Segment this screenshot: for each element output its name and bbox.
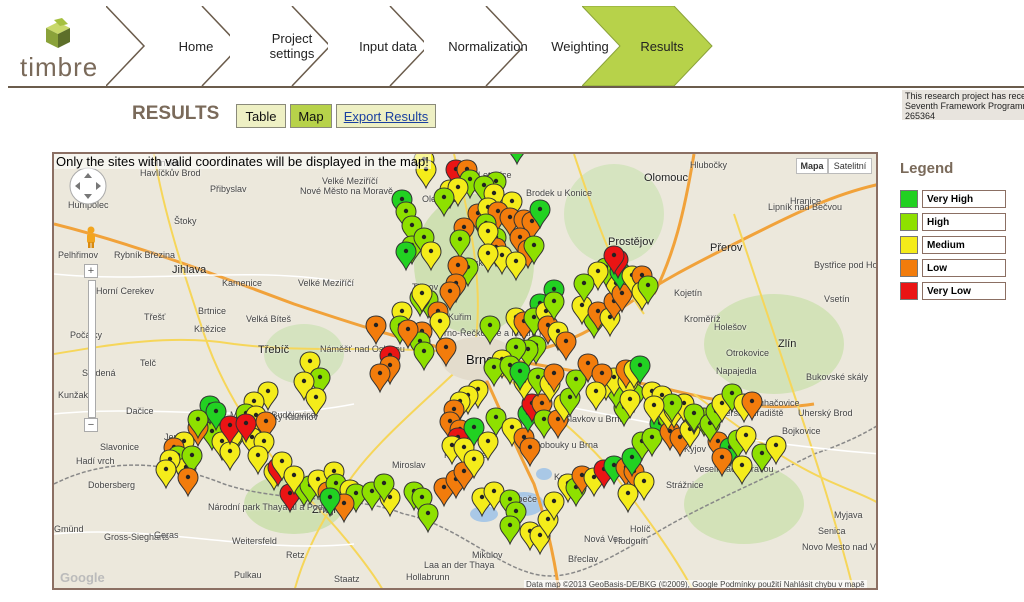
legend-swatch (900, 190, 918, 208)
legend-swatch (900, 282, 918, 300)
pan-control-icon[interactable] (68, 166, 108, 206)
site-marker-icon[interactable] (477, 243, 499, 274)
legend-label: High (922, 213, 1006, 231)
site-marker-icon[interactable] (617, 483, 639, 514)
breadcrumb-label: Input data (359, 38, 417, 54)
site-marker-icon[interactable] (711, 447, 733, 478)
legend-swatch (900, 259, 918, 277)
site-marker-icon[interactable] (555, 331, 577, 362)
site-marker-icon[interactable] (413, 341, 435, 372)
site-marker-icon[interactable] (305, 387, 327, 418)
breadcrumb-label: Project settings (269, 31, 315, 61)
site-marker-icon[interactable] (519, 437, 541, 468)
site-marker-icon[interactable] (505, 251, 527, 282)
map-attribution[interactable]: Data map ©2013 GeoBasis-DE/BKG (©2009), … (524, 580, 867, 588)
legend-item: Low (900, 258, 1020, 278)
site-marker-icon[interactable] (420, 241, 442, 272)
site-marker-icon[interactable] (429, 311, 451, 342)
site-marker-icon[interactable] (507, 154, 527, 166)
site-marker-icon[interactable] (499, 515, 521, 546)
map-type-map-button[interactable]: Mapa (796, 158, 828, 174)
legend-label: Very High (922, 190, 1006, 208)
legend: Legend Very High High Medium Low Very Lo… (900, 160, 1020, 304)
logo-cube-icon (46, 18, 70, 48)
zoom-slider[interactable] (88, 280, 96, 418)
breadcrumb-normalization[interactable]: Normalization (426, 6, 528, 86)
top-bar: timbre Home Project settings Input data … (0, 0, 1024, 88)
legend-swatch (900, 213, 918, 231)
map-view-button[interactable]: Map (290, 104, 332, 128)
breadcrumb: Home Project settings Input data Normali… (96, 6, 736, 86)
zoom-out-button[interactable]: − (84, 418, 98, 432)
site-marker-icon[interactable] (177, 467, 199, 498)
legend-item: Very High (900, 189, 1020, 209)
site-marker-icon[interactable] (433, 187, 455, 218)
legend-title: Legend (900, 160, 954, 177)
zoom-in-button[interactable]: + (84, 264, 98, 278)
notice-line: Seventh Framework Programme (905, 101, 1024, 111)
site-markers (155, 154, 787, 556)
breadcrumb-label: Results (640, 38, 684, 54)
notice-line: This research project has receiv (905, 91, 1024, 101)
site-marker-icon[interactable] (155, 459, 177, 490)
legend-label: Low (922, 259, 1006, 277)
results-map[interactable]: Havlíčkův Brod Humpolec Přibyslav Nové Měst… (52, 152, 878, 590)
site-marker-icon[interactable] (219, 441, 241, 472)
breadcrumb-input-data[interactable]: Input data (328, 6, 424, 86)
table-view-button[interactable]: Table (236, 104, 286, 128)
timbre-logo[interactable]: timbre (18, 18, 100, 82)
site-marker-icon[interactable] (365, 315, 387, 346)
site-marker-icon[interactable] (435, 337, 457, 368)
breadcrumb-label: Normalization (448, 38, 528, 54)
export-results-button[interactable]: Export Results (336, 104, 436, 128)
header-rule (8, 86, 1024, 88)
funding-notice: This research project has receiv Seventh… (902, 90, 1024, 120)
page-title: RESULTS (132, 103, 220, 124)
site-marker-icon[interactable] (395, 241, 417, 272)
site-marker-icon[interactable] (585, 381, 607, 412)
site-marker-icon[interactable] (449, 229, 471, 260)
map-type-satellite-button[interactable]: Satelitní (828, 158, 872, 174)
legend-item: High (900, 212, 1020, 232)
breadcrumb-results[interactable]: Results (582, 6, 714, 86)
breadcrumb-label: Home (178, 38, 214, 54)
site-marker-icon[interactable] (479, 315, 501, 346)
breadcrumb-home[interactable]: Home (106, 6, 230, 86)
site-marker-icon[interactable] (417, 503, 439, 534)
legend-item: Medium (900, 235, 1020, 255)
breadcrumb-project-settings[interactable]: Project settings (232, 6, 328, 86)
legend-label: Very Low (922, 282, 1006, 300)
site-marker-icon[interactable] (369, 363, 391, 394)
logo-text: timbre (20, 52, 99, 82)
site-marker-icon[interactable] (731, 455, 753, 486)
legend-item: Very Low (900, 281, 1020, 301)
google-logo: Google (60, 570, 105, 585)
legend-label: Medium (922, 236, 1006, 254)
map-notice: Only the sites with valid coordinates wi… (54, 154, 431, 169)
street-view-pegman-icon[interactable] (84, 226, 98, 248)
legend-swatch (900, 236, 918, 254)
notice-line: 265364 (905, 111, 936, 120)
